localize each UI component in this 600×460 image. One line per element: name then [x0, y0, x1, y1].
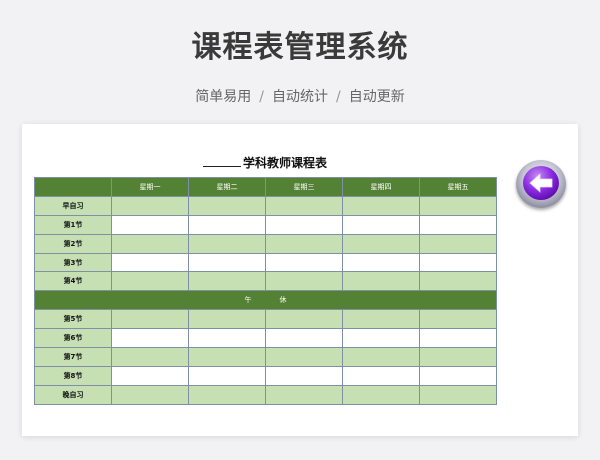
schedule-cell[interactable] [342, 195, 420, 216]
schedule-cell[interactable] [111, 384, 189, 405]
schedule-cell[interactable] [419, 365, 497, 386]
table-row: 早自习 [34, 195, 497, 216]
schedule-cell[interactable] [188, 233, 266, 254]
period-label[interactable]: 晚自习 [34, 384, 112, 405]
subtitle-separator: / [259, 89, 264, 105]
lunch-char-noon: 午 [244, 296, 252, 305]
table-row: 第8节 [34, 365, 497, 386]
schedule-cell[interactable] [111, 328, 189, 349]
schedule-cell[interactable] [188, 309, 266, 330]
schedule-cell[interactable] [342, 384, 420, 405]
page-title: 课程表管理系统 [191, 30, 409, 65]
schedule-cell[interactable] [265, 328, 343, 349]
schedule-cell[interactable] [342, 309, 420, 330]
schedule-cell[interactable] [188, 365, 266, 386]
back-button[interactable] [516, 160, 566, 208]
table-row: 晚自习 [34, 384, 497, 405]
schedule-cell[interactable] [265, 309, 343, 330]
schedule-cell[interactable] [111, 347, 189, 367]
period-label[interactable]: 第1节 [34, 214, 112, 235]
schedule-cell[interactable] [265, 384, 343, 405]
header-row: 星期一 星期二 星期三 星期四 星期五 [34, 177, 497, 197]
schedule-cell[interactable] [265, 252, 343, 273]
schedule-cell[interactable] [342, 328, 420, 349]
schedule-cell[interactable] [188, 252, 266, 273]
schedule-cell[interactable] [419, 233, 497, 254]
period-label[interactable]: 早自习 [34, 195, 112, 216]
schedule-cell[interactable] [188, 328, 266, 349]
schedule-cell[interactable] [419, 328, 497, 349]
lunch-break-row: 午休 [34, 290, 497, 311]
arrow-left-icon [529, 173, 553, 193]
period-label[interactable]: 第4节 [34, 271, 112, 292]
schedule-cell[interactable] [419, 195, 497, 216]
period-label[interactable]: 第7节 [34, 347, 112, 367]
teacher-name-blank[interactable] [202, 156, 241, 167]
lunch-char-rest: 休 [279, 296, 287, 305]
schedule-cell[interactable] [188, 347, 266, 367]
schedule-cell[interactable] [111, 195, 189, 216]
schedule-table: 星期一 星期二 星期三 星期四 星期五 早自习 第1节 第2节 第3节 第4节 … [34, 177, 497, 405]
subtitle: 简单易用 / 自动统计 / 自动更新 [0, 86, 600, 106]
day-header-wed[interactable]: 星期三 [265, 177, 343, 197]
schedule-cell[interactable] [419, 347, 497, 367]
subtitle-item-auto-stats: 自动统计 [272, 89, 328, 105]
schedule-cell[interactable] [419, 271, 497, 292]
table-row: 第4节 [34, 271, 497, 292]
table-row: 第2节 [34, 233, 497, 254]
schedule-cell[interactable] [188, 195, 266, 216]
table-row: 第5节 [34, 309, 497, 330]
schedule-cell[interactable] [111, 252, 189, 273]
table-row: 第6节 [34, 328, 497, 349]
day-header-tue[interactable]: 星期二 [188, 177, 266, 197]
schedule-title: 学科教师课程表 [34, 154, 496, 171]
schedule-cell[interactable] [342, 233, 420, 254]
corner-cell[interactable] [34, 177, 112, 197]
schedule-cell[interactable] [419, 309, 497, 330]
period-label[interactable]: 第5节 [34, 309, 112, 330]
schedule-cell[interactable] [188, 384, 266, 405]
schedule-cell[interactable] [111, 233, 189, 254]
schedule-cell[interactable] [419, 252, 497, 273]
schedule-cell[interactable] [419, 214, 497, 235]
subtitle-separator: / [336, 89, 341, 105]
schedule-cell[interactable] [265, 347, 343, 367]
table-row: 第7节 [34, 347, 497, 367]
schedule-cell[interactable] [111, 365, 189, 386]
schedule-cell[interactable] [342, 347, 420, 367]
schedule-cell[interactable] [265, 365, 343, 386]
schedule-cell[interactable] [265, 271, 343, 292]
day-header-mon[interactable]: 星期一 [111, 177, 189, 197]
table-row: 第1节 [34, 214, 497, 235]
schedule-cell[interactable] [111, 214, 189, 235]
subtitle-item-auto-update: 自动更新 [348, 89, 405, 105]
schedule-cell[interactable] [342, 271, 420, 292]
schedule-cell[interactable] [188, 271, 266, 292]
spreadsheet-panel: 学科教师课程表 星期一 星期二 星期三 星期四 星期五 早自习 第1节 第2节 … [22, 124, 578, 436]
period-label[interactable]: 第2节 [34, 233, 112, 254]
period-label[interactable]: 第3节 [34, 252, 112, 273]
schedule-cell[interactable] [265, 233, 343, 254]
schedule-cell[interactable] [342, 365, 420, 386]
day-header-fri[interactable]: 星期五 [419, 177, 497, 197]
schedule-cell[interactable] [265, 195, 343, 216]
schedule-cell[interactable] [342, 214, 420, 235]
schedule-cell[interactable] [111, 271, 189, 292]
period-label[interactable]: 第8节 [34, 365, 112, 386]
day-header-thu[interactable]: 星期四 [342, 177, 420, 197]
lunch-break-cell[interactable]: 午休 [34, 290, 497, 311]
schedule-cell[interactable] [342, 252, 420, 273]
subtitle-item-easy: 简单易用 [195, 89, 252, 105]
schedule-cell[interactable] [111, 309, 189, 330]
schedule-cell[interactable] [188, 214, 266, 235]
back-button-face [523, 166, 559, 200]
schedule-title-text: 学科教师课程表 [242, 156, 327, 170]
period-label[interactable]: 第6节 [34, 328, 112, 349]
schedule-cell[interactable] [265, 214, 343, 235]
schedule-cell[interactable] [419, 384, 497, 405]
table-row: 第3节 [34, 252, 497, 273]
